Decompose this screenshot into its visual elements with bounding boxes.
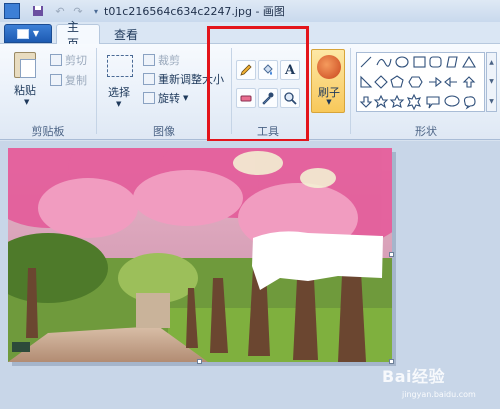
- clipboard-group-label: 剪贴板: [31, 125, 65, 138]
- select-dropdown-icon[interactable]: ▼: [116, 100, 121, 108]
- shapes-gallery[interactable]: [356, 52, 485, 112]
- magnifier-icon: [284, 92, 297, 105]
- rounded-rectangle-shape-icon: [429, 56, 442, 68]
- oval-callout-shape-icon: [444, 95, 460, 107]
- ribbon-tab-row: ▼ 主页 查看: [0, 20, 500, 51]
- app-menu-icon: [16, 28, 29, 39]
- canvas-resize-handle-bottom[interactable]: [197, 359, 202, 364]
- resize-icon: [143, 73, 155, 85]
- group-divider: [307, 48, 308, 134]
- chevron-down-icon: ▼: [32, 29, 40, 38]
- eraser-tool-button[interactable]: [236, 88, 256, 108]
- cloud-callout-shape-icon: [463, 96, 476, 110]
- watermark-url: jingyan.baidu.com: [402, 390, 476, 399]
- triangle-shape-icon: [462, 55, 476, 68]
- select-icon[interactable]: [107, 55, 133, 77]
- diamond-shape-icon: [374, 75, 388, 89]
- scissors-icon: [50, 54, 62, 66]
- pencil-icon: [240, 64, 252, 76]
- resize-button[interactable]: 重新调整大小: [143, 71, 224, 87]
- five-point-star-shape-icon: [389, 94, 405, 109]
- select-button[interactable]: 选择: [108, 84, 130, 100]
- up-arrow-shape-icon: [462, 76, 476, 88]
- cut-label: 剪切: [65, 54, 87, 67]
- paint-bucket-icon: [263, 64, 273, 75]
- rectangular-callout-shape-icon: [426, 96, 440, 109]
- image-group-label: 图像: [153, 125, 175, 138]
- rotate-icon: [143, 92, 155, 104]
- undo-icon[interactable]: ↶: [52, 3, 68, 19]
- curve-shape-icon: [376, 58, 392, 67]
- brush-icon: [317, 55, 341, 79]
- redo-icon[interactable]: ↷: [70, 3, 86, 19]
- polygon-shape-icon: [446, 56, 458, 68]
- image-canvas[interactable]: [8, 148, 392, 362]
- rotate-button[interactable]: 旋转 ▼: [143, 90, 188, 106]
- canvas-resize-handle-right[interactable]: [389, 252, 394, 257]
- crop-button[interactable]: 裁剪: [143, 52, 180, 68]
- down-arrow-shape-icon: [359, 96, 373, 108]
- tab-home[interactable]: 主页: [56, 20, 100, 51]
- shapes-group-label: 形状: [415, 125, 437, 138]
- scroll-down-icon[interactable]: ▼: [489, 78, 494, 85]
- eyedropper-icon: [262, 92, 274, 105]
- copy-button[interactable]: 复制: [50, 72, 87, 88]
- oval-shape-icon: [395, 56, 409, 68]
- tools-group-label: 工具: [257, 125, 279, 138]
- paint-app-icon[interactable]: [4, 3, 20, 19]
- group-divider: [350, 48, 351, 134]
- tab-view[interactable]: 查看: [104, 24, 148, 45]
- app-menu-button[interactable]: ▼: [4, 24, 52, 43]
- fill-tool-button[interactable]: [258, 60, 278, 80]
- customize-quick-access-icon[interactable]: ▾: [88, 3, 104, 19]
- brushes-dropdown-icon: ▼: [326, 98, 332, 106]
- color-picker-tool-button[interactable]: [258, 88, 278, 108]
- rectangle-shape-icon: [413, 56, 426, 68]
- magnifier-tool-button[interactable]: [280, 88, 300, 108]
- shapes-grid: [359, 55, 476, 111]
- six-point-star-shape-icon: [406, 93, 422, 111]
- save-icon[interactable]: [30, 3, 46, 19]
- line-shape-icon: [360, 56, 372, 68]
- cut-button[interactable]: 剪切: [50, 52, 87, 68]
- cherry-blossom-photo: [8, 148, 392, 362]
- window-title: t01c216564c634c2247.jpg - 画图: [104, 5, 285, 18]
- resize-label: 重新调整大小: [158, 73, 224, 86]
- right-triangle-shape-icon: [360, 75, 373, 88]
- copy-label: 复制: [65, 74, 87, 87]
- watermark-logo: Bai经验: [382, 367, 445, 386]
- pencil-tool-button[interactable]: [236, 60, 256, 80]
- gallery-expand-icon[interactable]: ▼: [489, 98, 494, 105]
- paste-dropdown-icon[interactable]: ▼: [24, 98, 29, 106]
- scroll-up-icon[interactable]: ▲: [489, 59, 494, 66]
- copy-icon: [50, 74, 62, 86]
- group-divider: [231, 48, 232, 134]
- left-arrow-shape-icon: [444, 76, 457, 88]
- crop-label: 裁剪: [158, 54, 180, 67]
- text-icon: A: [284, 62, 296, 78]
- group-divider: [96, 48, 97, 134]
- brushes-button[interactable]: 刷子 ▼: [311, 49, 345, 113]
- pentagon-shape-icon: [390, 75, 404, 88]
- eraser-icon: [240, 95, 252, 102]
- hexagon-shape-icon: [408, 76, 423, 88]
- text-tool-button[interactable]: A: [280, 60, 300, 80]
- rotate-label: 旋转: [158, 92, 180, 105]
- paste-icon[interactable]: [14, 52, 36, 78]
- crop-icon: [143, 54, 155, 66]
- paste-button[interactable]: 粘贴: [14, 82, 36, 98]
- shapes-gallery-scrollbar[interactable]: ▲ ▼ ▼: [486, 52, 497, 112]
- four-point-star-shape-icon: [373, 94, 389, 109]
- rotate-dropdown-icon: ▼: [183, 94, 189, 102]
- right-arrow-shape-icon: [429, 76, 442, 88]
